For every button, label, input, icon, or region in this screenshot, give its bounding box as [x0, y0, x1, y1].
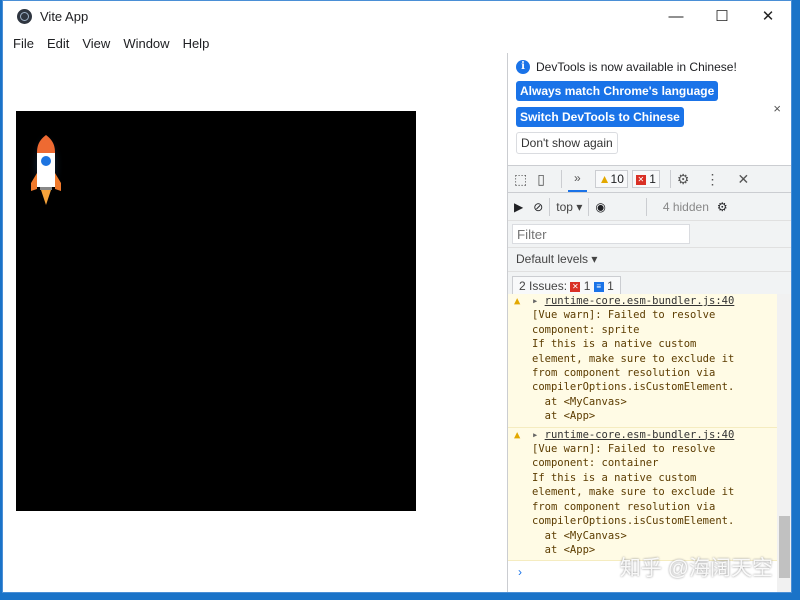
settings-gear-icon[interactable]: ⚙: [677, 171, 690, 188]
watermark: 知乎 @海阔天空: [619, 557, 773, 580]
menu-bar: File Edit View Window Help: [3, 32, 222, 54]
info-icon: i: [516, 60, 530, 74]
rocket-sprite-icon: [28, 131, 64, 205]
source-link[interactable]: runtime-core.esm-bundler.js:40: [545, 295, 735, 307]
close-devtools-icon[interactable]: ✕: [737, 171, 749, 188]
app-window: Vite App — ☐ ✕ File Edit View Window Hel…: [2, 0, 792, 593]
filter-input[interactable]: [512, 224, 690, 244]
hidden-count: 4 hidden: [662, 199, 709, 214]
source-link[interactable]: runtime-core.esm-bundler.js:40: [545, 429, 735, 441]
menu-view[interactable]: View: [82, 36, 110, 51]
infobar-message: DevTools is now available in Chinese!: [536, 60, 737, 74]
menu-window[interactable]: Window: [123, 36, 169, 51]
title-bar: Vite App — ☐ ✕: [3, 1, 791, 31]
switch-chinese-button[interactable]: Switch DevTools to Chinese: [516, 107, 684, 127]
errors-badge[interactable]: ✕ 1: [631, 170, 660, 188]
close-button[interactable]: ✕: [745, 1, 791, 31]
warning-icon: ▲: [514, 295, 521, 307]
issues-button[interactable]: 2 Issues: ✕ 1 ≡ 1: [512, 276, 621, 296]
inspect-element-icon[interactable]: ⬚: [514, 171, 527, 188]
clear-console-icon[interactable]: ⊘: [533, 200, 543, 214]
context-selector[interactable]: top ▾: [556, 200, 582, 214]
menu-file[interactable]: File: [13, 36, 34, 51]
issue-info-icon: ≡: [593, 281, 604, 292]
electron-app-icon: [17, 8, 32, 24]
console-messages: ▲ ▸ runtime-core.esm-bundler.js:40 [Vue wa…: [508, 294, 791, 592]
warnings-badge[interactable]: ▲10: [594, 170, 628, 188]
error-icon: ✕: [635, 174, 646, 185]
sidebar-toggle-icon[interactable]: ▶: [514, 200, 523, 214]
menu-help[interactable]: Help: [183, 36, 210, 51]
issue-error-icon: ✕: [570, 281, 581, 292]
warning-icon: ▲: [598, 172, 611, 186]
log-levels-dropdown[interactable]: Default levels ▾: [508, 248, 791, 272]
console-warning-entry: ▲ ▸ runtime-core.esm-bundler.js:40 [Vue wa…: [508, 294, 777, 428]
devtools-toolbar: ⬚ ▯ » ▲10 ✕ 1 ⚙ ⋮ ✕: [508, 165, 791, 193]
more-options-icon[interactable]: ⋮: [705, 171, 719, 188]
maximize-button[interactable]: ☐: [699, 1, 745, 31]
live-expression-eye-icon[interactable]: ◉: [595, 200, 605, 214]
menu-edit[interactable]: Edit: [47, 36, 69, 51]
device-toolbar-icon[interactable]: ▯: [537, 171, 545, 188]
game-canvas[interactable]: [16, 111, 416, 511]
minimize-button[interactable]: —: [653, 1, 699, 31]
page-viewport: [3, 53, 507, 592]
match-language-button[interactable]: Always match Chrome's language: [516, 81, 719, 101]
console-toolbar: ▶ ⊘ top ▾ ◉ 4 hidden ⚙: [508, 193, 791, 221]
window-title: Vite App: [40, 8, 89, 24]
language-infobar: i DevTools is now available in Chinese! A…: [508, 53, 791, 165]
console-scrollbar[interactable]: [777, 294, 791, 592]
console-settings-icon[interactable]: ⚙: [717, 200, 728, 214]
console-warning-entry: ▲ ▸ runtime-core.esm-bundler.js:40 [Vue wa…: [508, 427, 777, 562]
dont-show-again-button[interactable]: Don't show again: [516, 132, 618, 154]
warning-icon: ▲: [514, 428, 521, 441]
more-tabs-button[interactable]: »: [567, 166, 587, 192]
devtools-panel: i DevTools is now available in Chinese! A…: [507, 53, 791, 592]
infobar-close-icon[interactable]: ×: [773, 101, 781, 116]
